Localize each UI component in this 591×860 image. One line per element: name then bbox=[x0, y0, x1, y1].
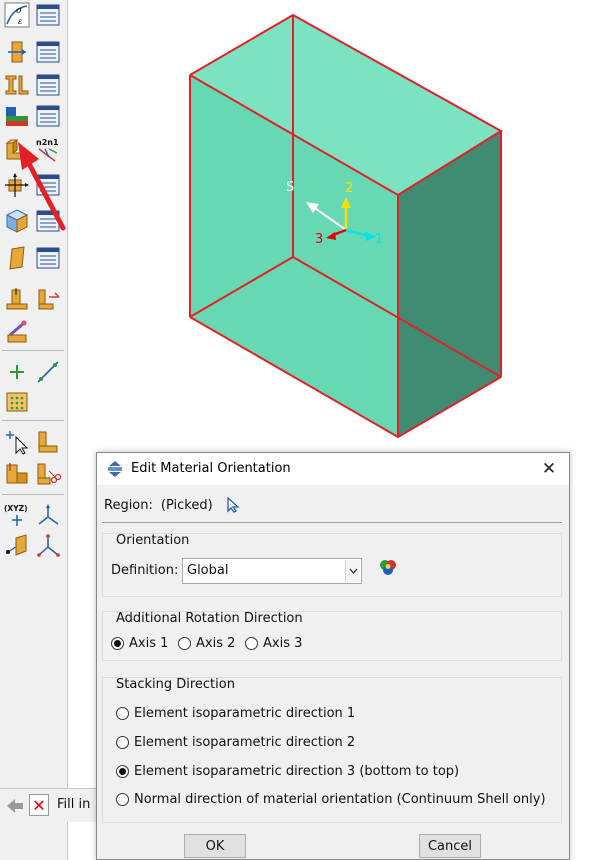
radio-stack-normal-direction-label: Normal direction of material orientation… bbox=[134, 792, 546, 807]
create-skin-icon[interactable] bbox=[3, 244, 31, 272]
cancel-procedure-icon[interactable]: ✕ bbox=[29, 794, 49, 816]
prompt-text: Fill in bbox=[57, 797, 91, 812]
stacking-direction-group: Stacking Direction Element isoparametric… bbox=[102, 677, 562, 823]
assembly-tool-icon[interactable] bbox=[3, 460, 31, 488]
radio-stack-direction-2-label: Element isoparametric direction 2 bbox=[134, 735, 356, 750]
radio-axis-1[interactable]: Axis 1 bbox=[111, 636, 168, 651]
profile-manager-icon[interactable] bbox=[34, 71, 62, 99]
dialog-titlebar[interactable]: Edit Material Orientation ✕ bbox=[97, 453, 569, 485]
radio-button[interactable] bbox=[178, 637, 191, 650]
module-toolbox: σε n2n1 (XYZ) bbox=[0, 0, 68, 860]
radio-axis-1-label: Axis 1 bbox=[129, 636, 169, 651]
orientation-group-title: Orientation bbox=[116, 533, 190, 548]
radio-button[interactable] bbox=[116, 793, 129, 806]
orientation-manager-icon[interactable] bbox=[34, 171, 62, 199]
definition-select-value: Global bbox=[187, 563, 229, 578]
rotation-group-title: Additional Rotation Direction bbox=[116, 611, 303, 626]
prompt-area: ✕ Fill in bbox=[0, 788, 98, 822]
partition-tool-icon[interactable] bbox=[34, 428, 62, 456]
back-arrow-icon[interactable] bbox=[5, 796, 25, 816]
svg-text:n2n1: n2n1 bbox=[36, 138, 59, 147]
create-csys-icon[interactable] bbox=[377, 556, 399, 578]
divider bbox=[102, 522, 562, 523]
create-datum-axis-icon[interactable] bbox=[34, 358, 62, 386]
radio-button[interactable] bbox=[116, 707, 129, 720]
material-manager-icon[interactable] bbox=[34, 1, 62, 29]
radio-button-selected[interactable] bbox=[116, 765, 129, 778]
skin-manager-icon[interactable] bbox=[34, 244, 62, 272]
region-label: Region: bbox=[104, 497, 153, 513]
orientation-group: Orientation Definition: Global bbox=[102, 533, 562, 597]
radio-stack-direction-2[interactable]: Element isoparametric direction 2 bbox=[116, 735, 355, 750]
datum-plane-icon[interactable] bbox=[3, 532, 31, 560]
radio-axis-3[interactable]: Axis 3 bbox=[245, 636, 302, 651]
axis-1-label: 1 bbox=[375, 232, 383, 247]
svg-text:σ: σ bbox=[16, 6, 23, 16]
query-tool-icon[interactable] bbox=[3, 428, 31, 456]
radio-stack-direction-3-label: Element isoparametric direction 3 (botto… bbox=[134, 764, 460, 779]
chevron-down-icon[interactable] bbox=[345, 560, 360, 582]
rotation-direction-group: Additional Rotation Direction Axis 1 Axi… bbox=[102, 611, 562, 661]
region-row: Region: (Picked) bbox=[104, 495, 241, 515]
radio-button[interactable] bbox=[245, 637, 258, 650]
cancel-button[interactable]: Cancel bbox=[419, 834, 481, 858]
stack-label: S bbox=[286, 180, 294, 195]
create-profile-icon[interactable] bbox=[3, 71, 31, 99]
create-mesh-icon[interactable] bbox=[3, 388, 31, 416]
axis-2-label: 2 bbox=[345, 181, 353, 196]
inertia-tool-icon[interactable] bbox=[3, 318, 31, 346]
special-tool-b-icon[interactable] bbox=[34, 286, 62, 314]
axis-3-label: 3 bbox=[315, 232, 323, 247]
assign-material-orientation-icon[interactable] bbox=[3, 136, 31, 164]
definition-label: Definition: bbox=[111, 563, 179, 578]
assign-section-icon[interactable] bbox=[3, 102, 31, 130]
radio-stack-normal-direction[interactable]: Normal direction of material orientation… bbox=[116, 792, 546, 807]
datum-csys-icon[interactable]: (XYZ) bbox=[3, 501, 31, 529]
radio-button[interactable] bbox=[116, 736, 129, 749]
stacking-group-title: Stacking Direction bbox=[116, 677, 235, 692]
region-value: (Picked) bbox=[160, 497, 213, 513]
radio-button-selected[interactable] bbox=[111, 637, 124, 650]
create-section-icon[interactable] bbox=[3, 38, 31, 66]
edit-material-orientation-dialog: Edit Material Orientation ✕ Region: (Pic… bbox=[96, 452, 570, 860]
assign-rebar-reference-orientation-icon[interactable]: n2n1 bbox=[34, 136, 62, 164]
create-material-icon[interactable]: σε bbox=[3, 1, 31, 29]
svg-text:ε: ε bbox=[18, 17, 22, 26]
radio-axis-3-label: Axis 3 bbox=[263, 636, 303, 651]
ok-button[interactable]: OK bbox=[184, 834, 246, 858]
pick-region-icon[interactable] bbox=[225, 497, 241, 513]
cut-tool-icon[interactable] bbox=[34, 460, 62, 488]
section-manager-icon[interactable] bbox=[34, 38, 62, 66]
datum-axis-tool-icon[interactable] bbox=[34, 501, 62, 529]
radio-stack-direction-3[interactable]: Element isoparametric direction 3 (botto… bbox=[116, 764, 459, 779]
layup-manager-icon[interactable] bbox=[34, 207, 62, 235]
radio-axis-2-label: Axis 2 bbox=[196, 636, 236, 651]
datum-triad-icon[interactable] bbox=[34, 532, 62, 560]
definition-select[interactable]: Global bbox=[182, 558, 362, 584]
assign-beam-orientation-icon[interactable] bbox=[3, 171, 31, 199]
svg-text:(XYZ): (XYZ) bbox=[4, 504, 28, 513]
radio-stack-direction-1[interactable]: Element isoparametric direction 1 bbox=[116, 706, 355, 721]
section-assignment-manager-icon[interactable] bbox=[34, 102, 62, 130]
close-icon[interactable]: ✕ bbox=[539, 459, 559, 479]
create-composite-layup-icon[interactable] bbox=[3, 207, 31, 235]
dialog-title: Edit Material Orientation bbox=[131, 461, 291, 476]
create-datum-point-icon[interactable] bbox=[3, 358, 31, 386]
radio-stack-direction-1-label: Element isoparametric direction 1 bbox=[134, 706, 356, 721]
dialog-app-icon bbox=[108, 461, 122, 477]
special-tool-a-icon[interactable] bbox=[3, 286, 31, 314]
radio-axis-2[interactable]: Axis 2 bbox=[178, 636, 235, 651]
